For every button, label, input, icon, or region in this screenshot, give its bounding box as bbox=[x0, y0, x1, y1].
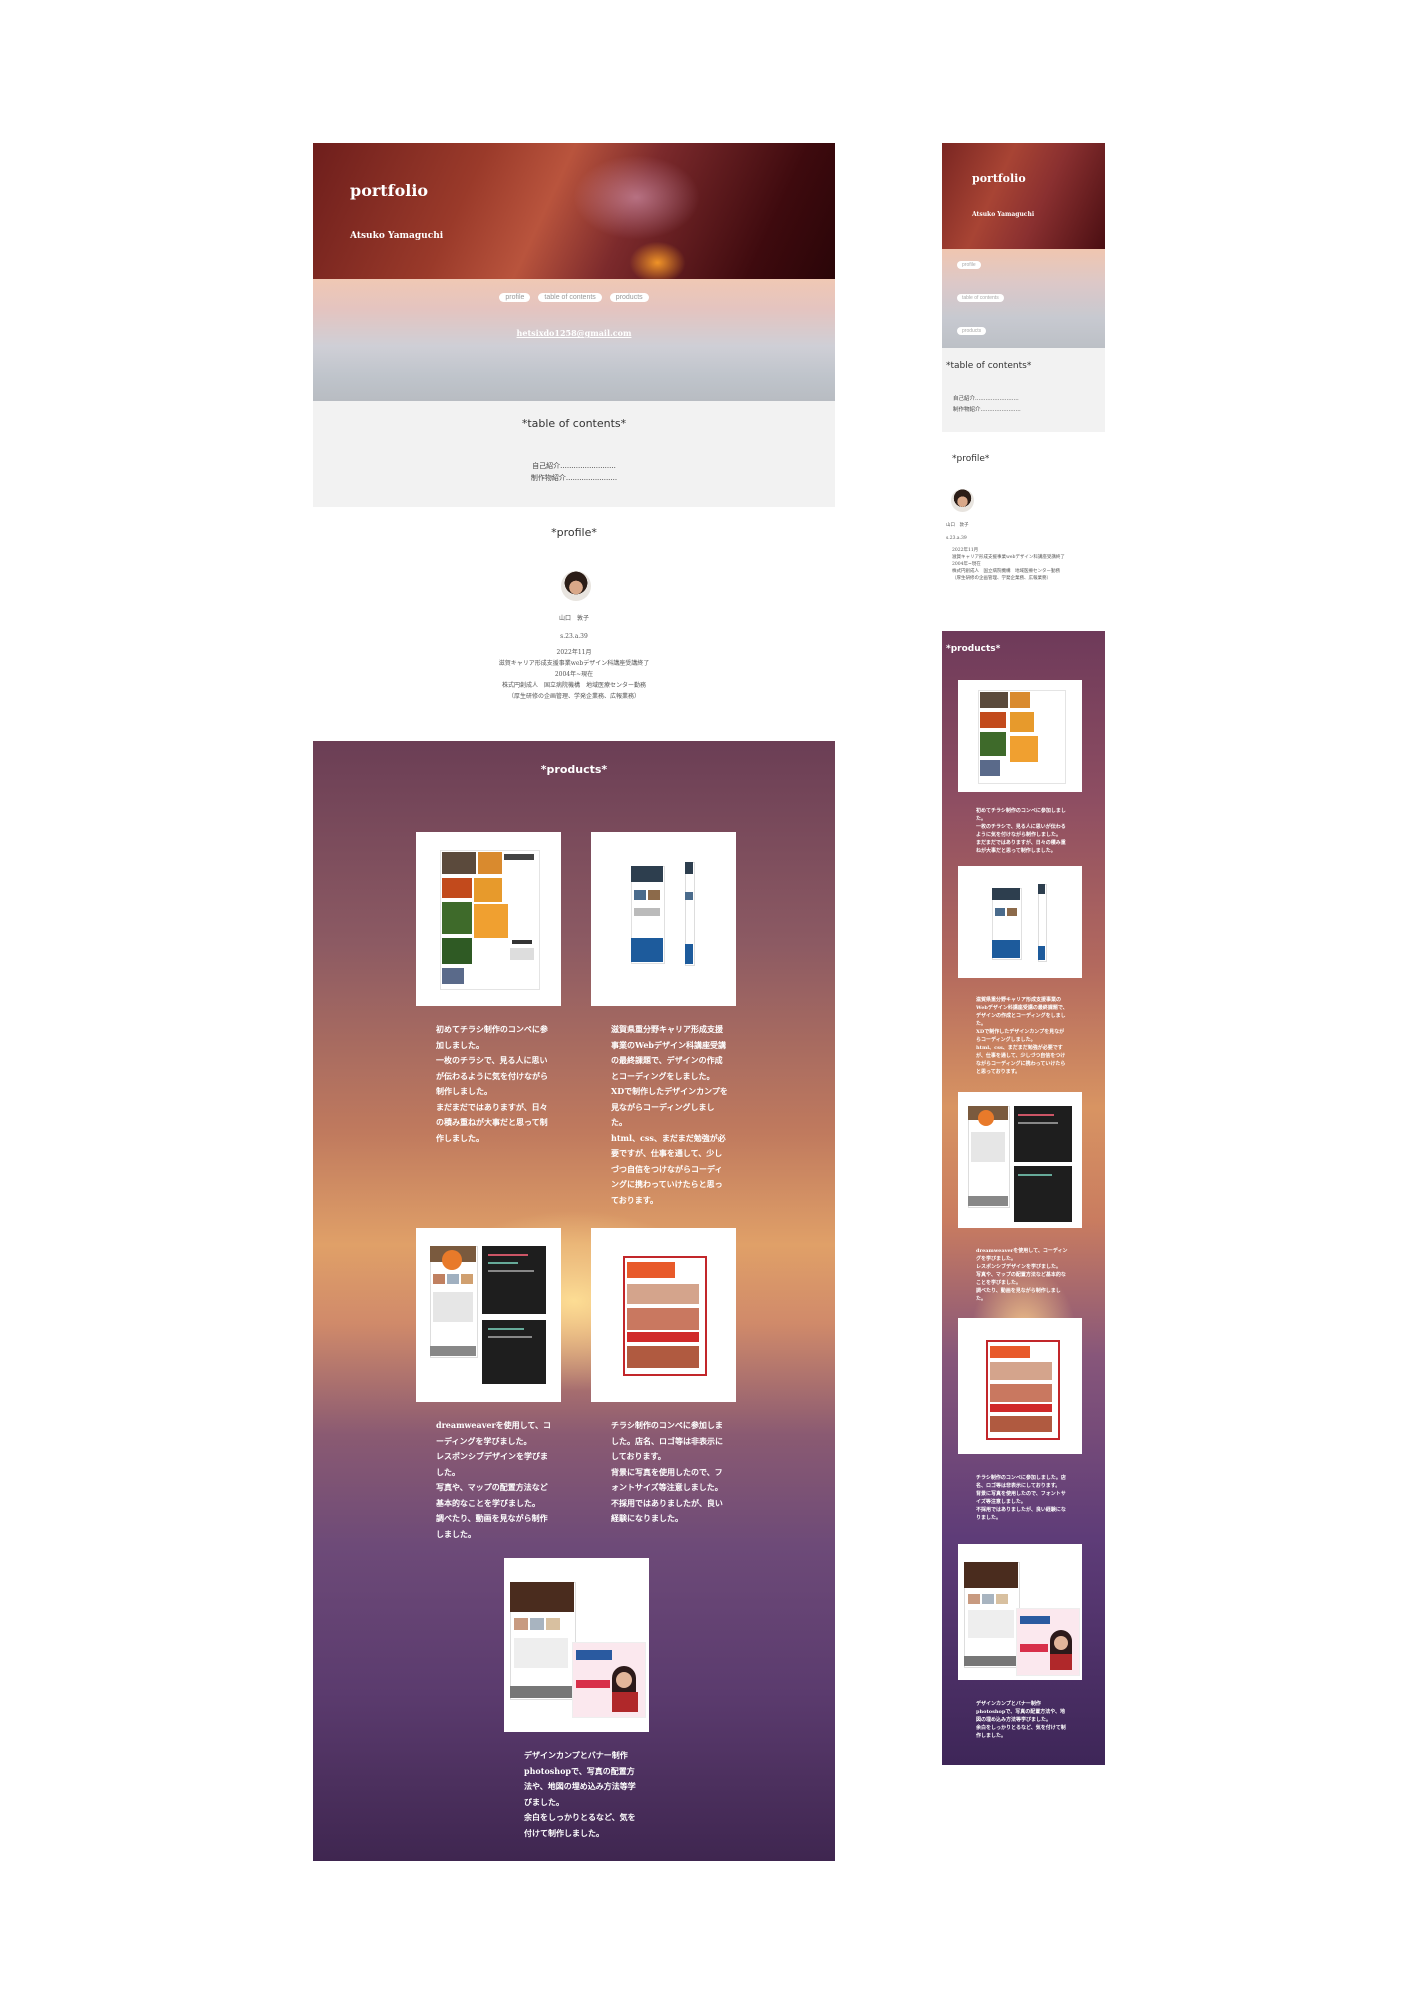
product-thumbnail-banner[interactable] bbox=[504, 1558, 649, 1732]
profile-line: 滋賀キャリア形成支援事業webデザイン科講座受講終了 bbox=[952, 555, 1065, 560]
profile-name: 山口 敦子 bbox=[946, 523, 969, 528]
toc-item-products[interactable]: 制作物紹介....................... bbox=[313, 473, 835, 483]
nav-link-table-of-contents[interactable]: table of contents bbox=[957, 294, 1004, 302]
product-thumbnail-flyer[interactable] bbox=[958, 680, 1082, 792]
nav-link-products[interactable]: products bbox=[609, 293, 649, 302]
profile-line: （厚生研修の企画管理、学発企業務、広報業務） bbox=[952, 576, 1051, 581]
hero-banner bbox=[313, 143, 835, 279]
product-thumbnail-dreamweaver[interactable] bbox=[416, 1228, 561, 1402]
product-thumbnail-website[interactable] bbox=[958, 866, 1082, 978]
product-description: チラシ制作のコンペに参加しました。店名、ロゴ等は非表示にしております。 背景に写真… bbox=[976, 1475, 1066, 1521]
product-description: 滋賀県重分野キャリア形成支援事業のWebデザイン科講座受講の最終課題で、デザイン… bbox=[611, 1024, 728, 1205]
toc-title: *table of contents* bbox=[521, 417, 627, 430]
profile-line: 株式円創成人 国立病院機構 地域医療センター勤務 bbox=[501, 682, 646, 689]
toc-item-products[interactable]: 制作物紹介....................... bbox=[953, 405, 1021, 413]
toc-item-profile[interactable]: 自己紹介......................... bbox=[313, 461, 835, 471]
hero-title: portfolio bbox=[972, 172, 1026, 185]
product-description: dreamweaverを使用して、コーディングを学びました。 レスポンシブデザイン… bbox=[436, 1420, 552, 1539]
hero-subtitle: Atsuko Yamaguchi bbox=[972, 211, 1035, 218]
profile-handle: s.23.a.39 bbox=[946, 536, 967, 541]
product-thumbnail-event-flyer[interactable] bbox=[958, 1318, 1082, 1454]
nav-link-profile[interactable]: profile bbox=[957, 261, 981, 269]
avatar bbox=[951, 489, 974, 512]
hero-banner bbox=[942, 143, 1105, 249]
product-thumbnail-banner[interactable] bbox=[958, 1544, 1082, 1680]
profile-line: （厚生研修の企画管理、学発企業務、広報業務） bbox=[507, 693, 640, 700]
toc-title: *table of contents* bbox=[946, 361, 1032, 371]
product-thumbnail-flyer[interactable] bbox=[416, 832, 561, 1006]
product-thumbnail-dreamweaver[interactable] bbox=[958, 1092, 1082, 1228]
profile-line: 2022年11月 bbox=[952, 548, 979, 553]
profile-title: *profile* bbox=[551, 526, 597, 539]
avatar bbox=[561, 571, 591, 601]
profile-line: 2004年~現在 bbox=[554, 671, 594, 678]
hero-title: portfolio bbox=[350, 181, 429, 200]
nav-bar: profile table of contents products bbox=[313, 293, 835, 302]
product-description: 初めてチラシ制作のコンペに参加しました。 一枚のチラシで、見る人に思いが伝わるよう… bbox=[436, 1024, 548, 1143]
email-link[interactable]: hetsixdo1258@gmail.com bbox=[313, 328, 835, 338]
products-title: *products* bbox=[946, 644, 1001, 654]
products-title: *products* bbox=[540, 763, 608, 776]
nav-link-table-of-contents[interactable]: table of contents bbox=[538, 293, 602, 302]
profile-line: 株式円創成人 国立病院機構 地域医療センター勤務 bbox=[952, 569, 1060, 574]
nav-link-profile[interactable]: profile bbox=[499, 293, 531, 302]
hero-subtitle: Atsuko Yamaguchi bbox=[350, 231, 444, 241]
profile-line: 2004年~現在 bbox=[952, 562, 981, 567]
profile-line: 2022年11月 bbox=[556, 649, 592, 656]
product-description: 滋賀県重分野キャリア形成支援事業のWebデザイン科講座受講の最終課題で、デザイン… bbox=[976, 997, 1068, 1075]
profile-handle: s.23.a.39 bbox=[560, 633, 588, 640]
nav-link-products[interactable]: products bbox=[957, 327, 987, 335]
profile-line: 滋賀キャリア形成支援事業webデザイン科講座受講終了 bbox=[498, 660, 650, 667]
product-thumbnail-website[interactable] bbox=[591, 832, 736, 1006]
profile-name: 山口 敦子 bbox=[558, 615, 589, 622]
product-description: 初めてチラシ制作のコンペに参加しました。 一枚のチラシで、見る人に思いが伝わるよう… bbox=[976, 808, 1066, 854]
product-description: チラシ制作のコンペに参加しました。店名、ロゴ等は非表示にしております。 背景に写真… bbox=[611, 1420, 723, 1523]
profile-title: *profile* bbox=[952, 454, 990, 464]
product-description: デザインカンプとバナー制作 photoshopで、写真の配置方法や、地図の埋め込み… bbox=[524, 1750, 636, 1838]
product-thumbnail-event-flyer[interactable] bbox=[591, 1228, 736, 1402]
product-description: デザインカンプとバナー制作 photoshopで、写真の配置方法や、地図の埋め込み… bbox=[976, 1701, 1066, 1739]
product-description: dreamweaverを使用して、コーディングを学びました。 レスポンシブデザイン… bbox=[976, 1248, 1068, 1302]
toc-item-profile[interactable]: 自己紹介......................... bbox=[953, 394, 1019, 402]
